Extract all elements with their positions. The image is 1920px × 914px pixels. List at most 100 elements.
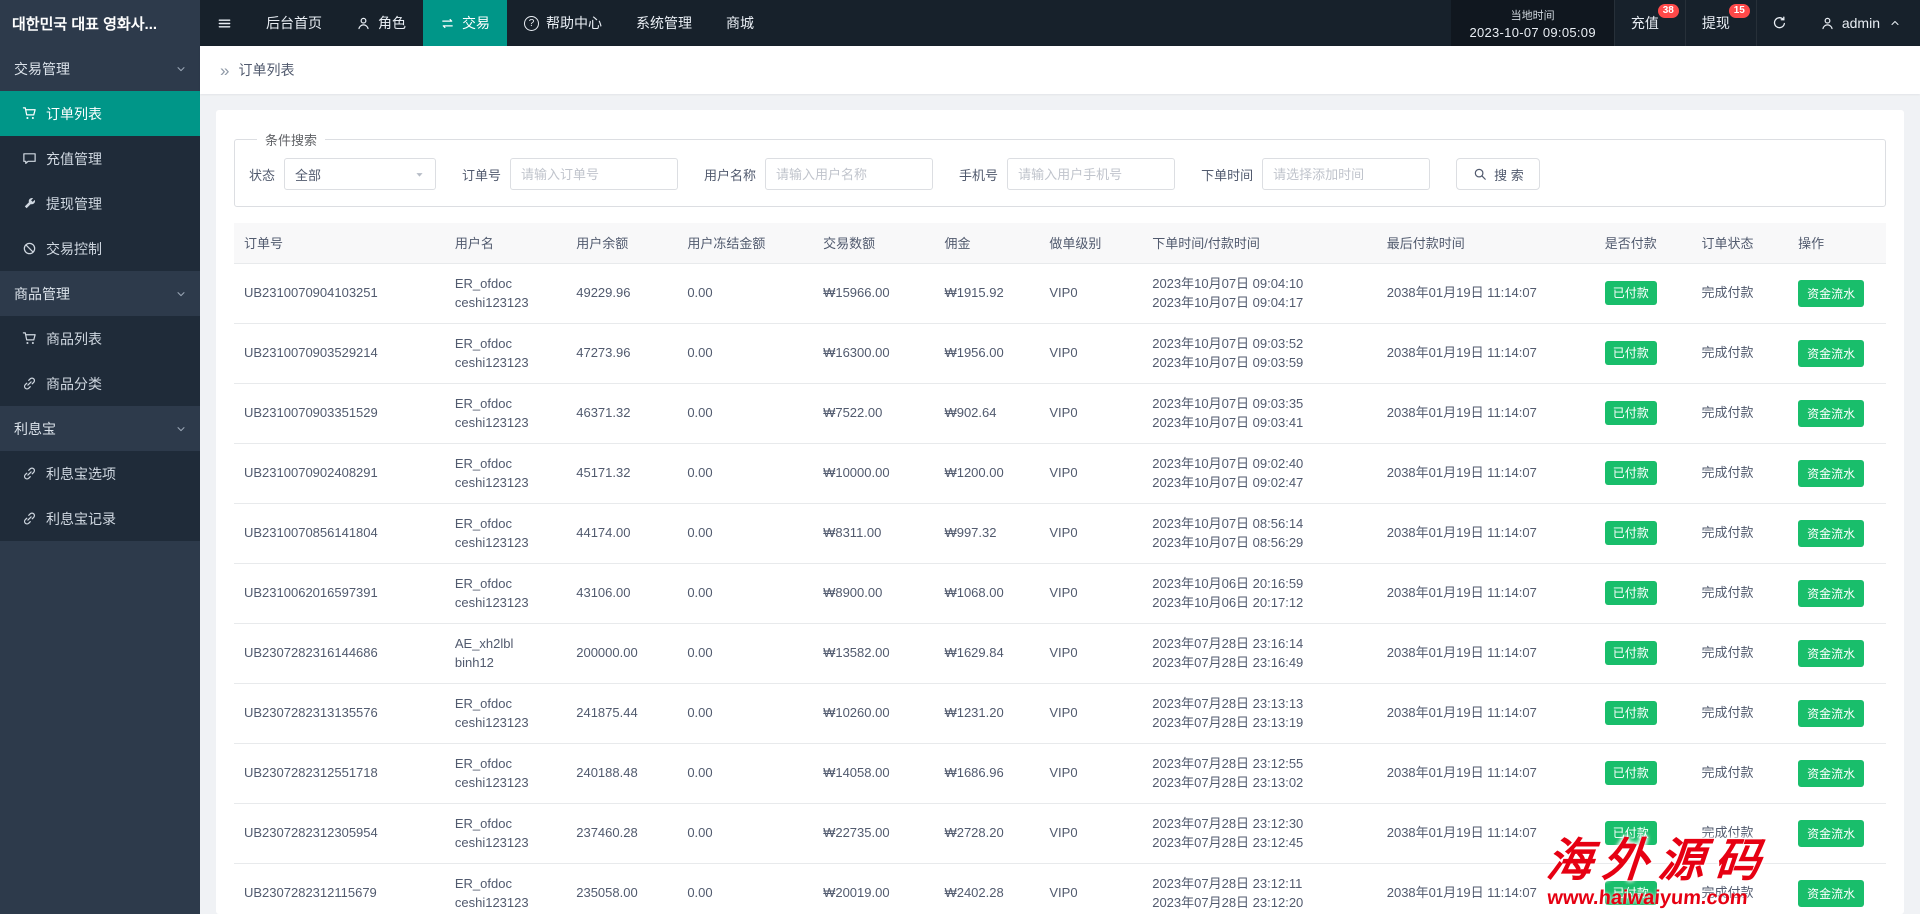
cell-last-pay-time: 2038年01月19日 11:14:07 [1377,383,1595,443]
cell-action: 资金流水 [1788,263,1886,323]
cell-commission: ₩1686.96 [934,743,1039,803]
table-row: UB2307282316144686 AE_xh2lbl binh12 2000… [234,623,1886,683]
cell-frozen: 0.00 [677,323,813,383]
link-icon [22,511,37,526]
username-input[interactable] [765,158,933,190]
cell-order-no: UB2310070904103251 [234,263,445,323]
cart-icon [22,106,37,121]
fund-flow-button[interactable]: 资金流水 [1798,340,1864,367]
table-row: UB2310070903351529 ER_ofdoc ceshi123123 … [234,383,1886,443]
fund-flow-button[interactable]: 资金流水 [1798,520,1864,547]
order-time-input[interactable] [1262,158,1430,190]
fund-flow-button[interactable]: 资金流水 [1798,820,1864,847]
fund-flow-button[interactable]: 资金流水 [1798,880,1864,907]
cell-paid: 已付款 [1595,383,1692,443]
cell-last-pay-time: 2038年01月19日 11:14:07 [1377,743,1595,803]
cell-paid: 已付款 [1595,803,1692,863]
cell-action: 资金流水 [1788,623,1886,683]
sidebar-item-label: 商品列表 [46,329,102,349]
sidebar-item-recharge-management[interactable]: 充值管理 [0,136,200,181]
app-title: 대한민국 대표 영화사... [0,0,200,46]
fund-flow-button[interactable]: 资金流水 [1798,400,1864,427]
sidebar-item-trade-management[interactable]: 交易管理 [0,46,200,91]
recharge-button[interactable]: 充值 38 [1614,0,1685,46]
col-username: 用户名 [445,223,566,263]
cell-username: ER_ofdoc ceshi123123 [445,743,566,803]
col-paid: 是否付款 [1595,223,1692,263]
cell-amount: ₩8900.00 [813,563,934,623]
col-amount: 交易数额 [813,223,934,263]
cell-order-no: UB2307282313135576 [234,683,445,743]
status-select[interactable]: 全部 [284,158,436,190]
sidebar-item-interest-records[interactable]: 利息宝记录 [0,496,200,541]
nav-label: 商城 [726,13,754,33]
search-button[interactable]: 搜 索 [1456,158,1540,190]
cell-paid: 已付款 [1595,743,1692,803]
admin-menu[interactable]: admin [1802,0,1920,46]
cell-frozen: 0.00 [677,263,813,323]
refresh-icon [1772,16,1787,31]
table-row: UB2307282312115679 ER_ofdoc ceshi123123 … [234,863,1886,914]
hamburger-button[interactable] [200,0,249,46]
col-status: 订单状态 [1691,223,1788,263]
cell-status: 完成付款 [1691,863,1788,914]
cell-status: 完成付款 [1691,443,1788,503]
table-row: UB2307282312305954 ER_ofdoc ceshi123123 … [234,803,1886,863]
fund-flow-button[interactable]: 资金流水 [1798,460,1864,487]
paid-badge: 已付款 [1605,521,1657,545]
cell-status: 完成付款 [1691,683,1788,743]
order-time-filter: 下单时间 [1201,158,1430,190]
cell-last-pay-time: 2038年01月19日 11:14:07 [1377,323,1595,383]
refresh-button[interactable] [1756,0,1802,46]
cell-commission: ₩1068.00 [934,563,1039,623]
main-content: » 订单列表 条件搜索 状态 全部 [200,46,1920,914]
fund-flow-button[interactable]: 资金流水 [1798,700,1864,727]
cell-last-pay-time: 2038年01月19日 11:14:07 [1377,803,1595,863]
sidebar-item-withdraw-management[interactable]: 提现管理 [0,181,200,226]
search-panel: 条件搜索 状态 全部 订单号 [234,130,1886,207]
nav-item-mall[interactable]: 商城 [709,0,771,46]
cell-balance: 43106.00 [566,563,677,623]
fund-flow-button[interactable]: 资金流水 [1798,580,1864,607]
comment-icon [22,151,37,166]
phone-input[interactable] [1007,158,1175,190]
cell-last-pay-time: 2038年01月19日 11:14:07 [1377,623,1595,683]
sidebar-item-product-category[interactable]: 商品分类 [0,361,200,406]
cell-level: VIP0 [1039,503,1142,563]
nav-item-dashboard[interactable]: 后台首页 [249,0,339,46]
cell-username: ER_ofdoc ceshi123123 [445,443,566,503]
order-no-input[interactable] [510,158,678,190]
sidebar-item-product-list[interactable]: 商品列表 [0,316,200,361]
withdraw-count-badge: 15 [1729,4,1750,18]
cell-order-pay-time: 2023年07月28日 23:16:14 2023年07月28日 23:16:4… [1142,623,1377,683]
nav-item-system[interactable]: 系统管理 [619,0,709,46]
nav-item-trade[interactable]: 交易 [423,0,507,46]
sidebar-item-product-management[interactable]: 商品管理 [0,271,200,316]
table-row: UB2307282313135576 ER_ofdoc ceshi123123 … [234,683,1886,743]
cell-order-no: UB2307282316144686 [234,623,445,683]
chevron-down-icon [175,288,187,300]
cell-order-no: UB2307282312115679 [234,863,445,914]
fund-flow-button[interactable]: 资金流水 [1798,640,1864,667]
sidebar-item-interest-treasure[interactable]: 利息宝 [0,406,200,451]
nav-item-help[interactable]: ? 帮助中心 [507,0,619,46]
col-commission: 佣金 [934,223,1039,263]
sidebar-item-interest-options[interactable]: 利息宝选项 [0,451,200,496]
sidebar-item-label: 交易管理 [14,59,70,79]
cell-order-pay-time: 2023年07月28日 23:12:30 2023年07月28日 23:12:4… [1142,803,1377,863]
fund-flow-button[interactable]: 资金流水 [1798,280,1864,307]
col-last-pay-time: 最后付款时间 [1377,223,1595,263]
withdraw-button[interactable]: 提现 15 [1685,0,1756,46]
admin-app: 대한민국 대표 영화사... 后台首页 角色 交易 [0,0,1920,914]
cell-balance: 235058.00 [566,863,677,914]
fund-flow-button[interactable]: 资金流水 [1798,760,1864,787]
cell-frozen: 0.00 [677,443,813,503]
sidebar-item-label: 利息宝选项 [46,464,116,484]
sidebar-item-order-list[interactable]: 订单列表 [0,91,200,136]
cell-order-no: UB2307282312551718 [234,743,445,803]
paid-badge: 已付款 [1605,881,1657,905]
order-no-label: 订单号 [462,165,501,184]
nav-item-roles[interactable]: 角色 [339,0,423,46]
sidebar-item-trade-control[interactable]: 交易控制 [0,226,200,271]
orders-table: 订单号 用户名 用户余额 用户冻结金额 交易数额 佣金 做单级别 下单时间/付款… [234,223,1886,914]
